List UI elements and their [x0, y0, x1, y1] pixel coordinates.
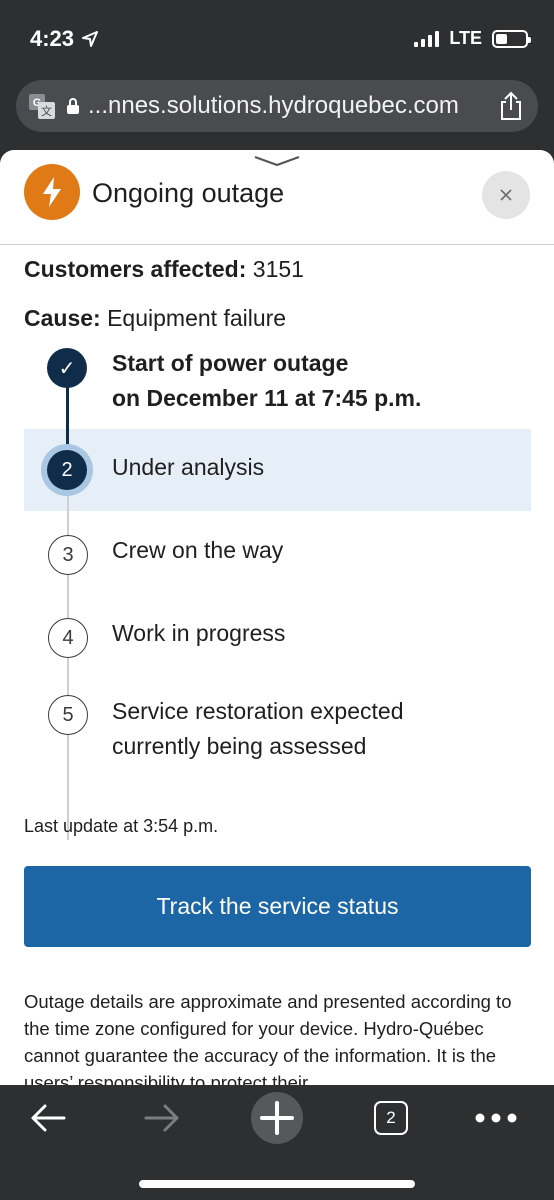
current-step-highlight [24, 429, 531, 511]
step-5-title: Service restoration expected [112, 698, 404, 724]
step-2-text: Under analysis [112, 450, 264, 485]
customers-affected: Customers affected: 3151 [24, 256, 304, 283]
network-type: LTE [449, 28, 482, 48]
status-time: 4:23 [30, 26, 99, 52]
step-1-text: Start of power outage on December 11 at … [112, 346, 421, 416]
step-3-text: Crew on the way [112, 533, 283, 568]
translate-icon[interactable]: G 文 [26, 90, 58, 122]
customers-label: Customers affected: [24, 256, 247, 282]
outage-cause: Cause: Equipment failure [24, 305, 286, 332]
plus-icon [251, 1092, 303, 1144]
svg-text:文: 文 [41, 104, 52, 118]
address-bar[interactable]: G 文 ...nnes.solutions.hydroquebec.com [16, 80, 538, 132]
share-icon[interactable] [498, 91, 524, 121]
customers-value: 3151 [252, 256, 304, 282]
new-tab-button[interactable] [247, 1092, 307, 1144]
tabs-button[interactable]: 2 [361, 1093, 421, 1143]
battery-icon [492, 29, 531, 48]
cause-value: Equipment failure [107, 305, 287, 331]
step-5-text: Service restoration expected currently b… [112, 694, 404, 764]
cause-label: Cause: [24, 305, 101, 331]
lock-icon [67, 98, 79, 114]
step-2-marker: 2 [47, 450, 87, 490]
step-4-title: Work in progress [112, 620, 286, 646]
track-service-status-button[interactable]: Track the service status [24, 866, 531, 947]
outage-sheet: Ongoing outage Customers affected: 3151 … [0, 150, 554, 1085]
close-icon [500, 189, 512, 201]
step-4-marker: 4 [48, 618, 88, 658]
more-dots-icon [475, 1113, 517, 1123]
tab-count: 2 [386, 1108, 396, 1127]
last-update: Last update at 3:54 p.m. [24, 816, 219, 836]
close-button[interactable] [482, 171, 530, 219]
step-4-text: Work in progress [112, 616, 285, 651]
step-5-detail: currently being assessed [112, 733, 367, 759]
cell-signal-icon [414, 30, 440, 47]
step-1-detail: on December 11 at 7:45 p.m. [112, 385, 422, 411]
step-3-marker: 3 [48, 535, 88, 575]
step-1-marker: ✓ [47, 348, 87, 388]
step-5-marker: 5 [48, 695, 88, 735]
more-button[interactable] [466, 1093, 526, 1143]
home-indicator[interactable] [139, 1180, 415, 1188]
status-indicators: LTE [414, 28, 531, 49]
back-button[interactable] [18, 1093, 78, 1143]
arrow-right-icon [144, 1104, 179, 1132]
browser-toolbar: 2 [0, 1085, 554, 1200]
status-bar: 4:23 LTE [0, 0, 554, 80]
tab-count-icon: 2 [374, 1101, 408, 1135]
lightning-bolt-icon [24, 164, 80, 220]
clock-text: 4:23 [30, 26, 75, 51]
sheet-header: Ongoing outage [0, 150, 554, 245]
arrow-left-icon [31, 1104, 66, 1132]
page-title: Ongoing outage [92, 178, 285, 208]
url-text[interactable]: ...nnes.solutions.hydroquebec.com [88, 92, 492, 120]
step-3-title: Crew on the way [112, 537, 284, 563]
step-2-title: Under analysis [112, 454, 265, 480]
disclaimer-text: Outage details are approximate and prese… [24, 991, 512, 1085]
step-1-title: Start of power outage [112, 350, 349, 376]
location-arrow-icon [82, 31, 99, 47]
forward-button[interactable] [132, 1093, 192, 1143]
